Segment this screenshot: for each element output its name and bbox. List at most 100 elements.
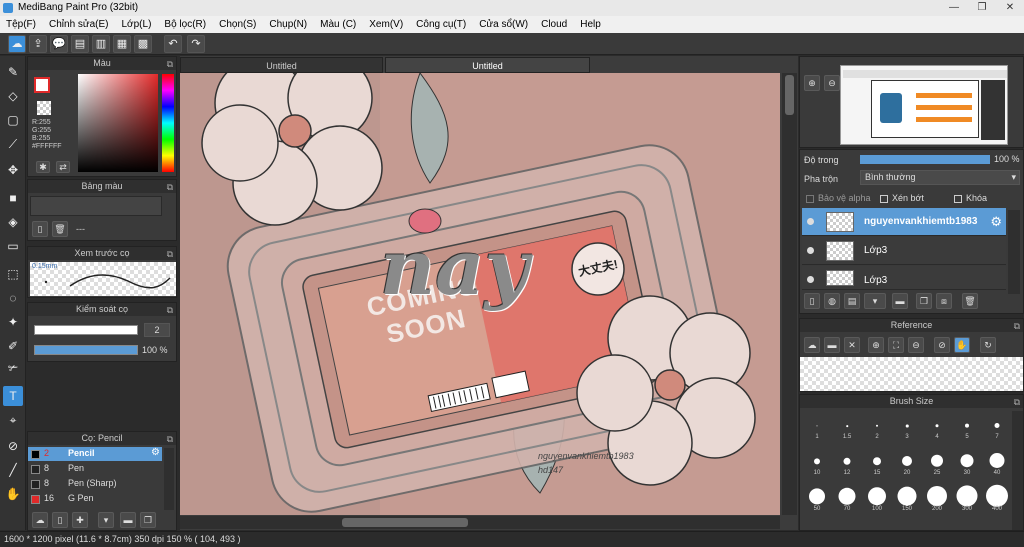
layer-row-nguyenvankhiemtb1983[interactable]: nguyenvankhiemtb1983 ⚙ [802,208,1006,236]
lasso-tool-icon[interactable]: ◌ [3,288,23,308]
layer-visibility-icon[interactable] [807,276,814,283]
new-halftone-layer-icon[interactable]: ◍ [824,293,840,309]
menu-select[interactable]: Chọn(S) [213,16,263,33]
brush-size-option[interactable]: 300 [952,483,982,513]
select-tool-icon[interactable]: ⬚ [3,264,23,284]
brush-size-option[interactable]: 1 [802,411,832,441]
blend-mode-select[interactable]: Bình thường ▾ [860,170,1020,185]
brush-size-slider[interactable] [34,325,138,335]
magic-wand-icon[interactable]: ✦ [3,312,23,332]
brush-size-option[interactable]: 3 [892,411,922,441]
reference-canvas[interactable] [800,357,1023,391]
brush-size-scrollbar[interactable] [1012,411,1023,530]
brush-size-option[interactable]: 50 [802,483,832,513]
layer-row-lop3[interactable]: Lớp3 [802,237,1006,265]
document-icon[interactable]: ▥ [92,35,110,53]
background-color-swatch[interactable] [37,101,51,115]
panel-popout-icon[interactable]: ⧉ [167,181,173,194]
brush-settings-icon[interactable]: ⚙ [151,447,160,458]
menu-color[interactable]: Màu (C) [314,16,363,33]
bucket-tool-icon[interactable]: ◈ [3,212,23,232]
add-brush-icon[interactable]: ✚ [72,512,88,528]
panel-popout-icon[interactable]: ⧉ [167,58,173,71]
brush-menu-icon[interactable]: ▾ [98,512,114,528]
zoom-in-icon[interactable]: ⊕ [868,337,884,353]
menu-help[interactable]: Help [574,16,608,33]
brush-size-option[interactable]: 150 [892,483,922,513]
dropper-tool-icon[interactable]: ⊘ [3,436,23,456]
layer-settings-icon[interactable]: ⚙ [990,214,1002,230]
menu-snap[interactable]: Chụp(N) [263,16,314,33]
zoom-out-icon[interactable]: ⊖ [908,337,924,353]
cloud-brush-icon[interactable]: ☁ [32,512,48,528]
artwork-canvas[interactable]: COMING SOON nay 大丈夫! nguyenvankhiemtb198… [180,73,780,515]
duplicate-layer-icon[interactable]: ❐ [916,293,932,309]
menu-cloud[interactable]: Cloud [535,16,574,33]
dropper-icon[interactable]: ⊘ [934,337,950,353]
brush-size-option[interactable]: 30 [952,447,982,477]
close-reference-icon[interactable]: ✕ [844,337,860,353]
operation-tool-icon[interactable]: ⌖ [3,410,23,430]
saturation-value-picker[interactable] [78,74,158,172]
new-8bit-layer-icon[interactable]: ▤ [844,293,860,309]
redo-button[interactable]: ↷ [187,35,205,53]
hand-tool-icon[interactable]: ✋ [3,484,23,504]
hand-icon[interactable]: ✋ [954,337,970,353]
brush-item-pen-sharp[interactable]: 8 Pen (Sharp) [28,477,162,491]
brush-size-option[interactable]: 10 [802,447,832,477]
cloud-reference-icon[interactable]: ☁ [804,337,820,353]
menu-filter[interactable]: Bộ lọc(R) [158,16,213,33]
delete-layer-icon[interactable]: 🗑 [962,293,978,309]
lock-checkbox[interactable] [954,195,962,203]
page-icon[interactable]: ▤ [71,35,89,53]
open-reference-icon[interactable]: ▬ [824,337,840,353]
cloud-icon[interactable]: ☁ [8,35,26,53]
grid-icon[interactable]: ▦ [113,35,131,53]
brush-size-option[interactable]: 12 [832,447,862,477]
add-color-icon[interactable]: ✱ [36,161,50,173]
brush-size-option[interactable]: 2 [862,411,892,441]
menu-window[interactable]: Cửa sổ(W) [473,16,535,33]
brush-tool-icon[interactable]: ✎ [3,62,23,82]
navigator-preview[interactable] [840,65,1008,145]
foreground-color-swatch[interactable] [34,77,50,93]
layer-row-lop3-2[interactable]: Lớp3 [802,266,1006,290]
menu-view[interactable]: Xem(V) [363,16,410,33]
panel-popout-icon[interactable]: ⧉ [167,433,173,446]
swap-color-icon[interactable]: ⇄ [56,161,70,173]
select-eraser-icon[interactable]: ✃ [3,358,23,378]
layer-list-scrollbar[interactable] [1008,210,1020,294]
close-button[interactable]: ✕ [996,0,1024,16]
brush-size-option[interactable]: 25 [922,447,952,477]
brush-opacity-slider[interactable] [34,345,138,355]
menu-file[interactable]: Tệp(F) [0,16,43,33]
divider-tool-icon[interactable]: ╱ [3,460,23,480]
panel-popout-icon[interactable]: ⧉ [167,304,173,317]
protect-alpha-checkbox[interactable] [806,195,814,203]
fill-rect-tool-icon[interactable]: ■ [3,188,23,208]
panel-popout-icon[interactable]: ⧉ [167,248,173,261]
zoom-out-icon[interactable]: ⊖ [824,75,840,91]
brush-item-pencil[interactable]: 2 Pencil ⚙ [28,447,162,461]
brush-size-option[interactable]: 15 [862,447,892,477]
brush-size-option[interactable]: 5 [952,411,982,441]
brush-item-g-pen[interactable]: 16 G Pen [28,492,162,506]
hue-slider[interactable] [162,74,174,172]
eraser-tool-icon[interactable]: ◇ [3,86,23,106]
panel-popout-icon[interactable]: ⧉ [1014,320,1020,333]
brush-item-pen[interactable]: 8 Pen [28,462,162,476]
menu-layer[interactable]: Lớp(L) [116,16,159,33]
merge-layer-icon[interactable]: ⧈ [936,293,952,309]
duplicate-brush-icon[interactable]: ❐ [140,512,156,528]
comment-icon[interactable]: 💬 [50,35,68,53]
layer-visibility-icon[interactable] [807,247,814,254]
tiles-icon[interactable]: ▩ [134,35,152,53]
palette-area[interactable] [30,196,162,216]
rotate-icon[interactable]: ↻ [980,337,996,353]
layer-visibility-icon[interactable] [807,218,814,225]
horizontal-scroll-thumb[interactable] [342,518,468,527]
fit-icon[interactable]: ⛶ [888,337,904,353]
brush-size-option[interactable]: 70 [832,483,862,513]
brush-size-option[interactable]: 20 [892,447,922,477]
minimize-button[interactable]: — [940,0,968,16]
